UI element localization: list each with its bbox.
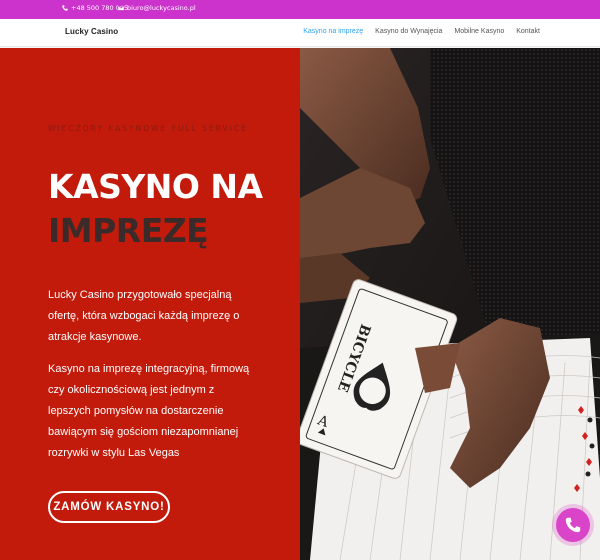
topbar-email[interactable]: biuro@luckycasino.pl — [118, 4, 196, 12]
hero-paragraph-1: Lucky Casino przygotowało specjalną ofer… — [48, 289, 240, 343]
phone-icon — [62, 5, 68, 11]
top-info-bar: +48 500 780 005 biuro@luckycasino.pl — [0, 0, 600, 19]
nav-menu: Kasyno na imprezę Kasyno do Wynajęcia Mo… — [303, 28, 540, 35]
nav-item-kasyno-do-wynajecia[interactable]: Kasyno do Wynajęcia — [375, 28, 442, 35]
hero-title-line1: KASYNO NA — [48, 167, 263, 206]
nav-item-kasyno-na-impreze[interactable]: Kasyno na imprezę — [303, 28, 363, 35]
hero-paragraph-2: Kasyno na imprezę integracyjną, firmową … — [48, 363, 250, 459]
order-casino-button[interactable]: ZAMÓW KASYNO! — [48, 491, 170, 523]
hero-photo-cards: BICYCLE A — [300, 48, 600, 560]
main-navigation: Lucky Casino Kasyno na imprezę Kasyno do… — [0, 19, 600, 47]
topbar-email-text: biuro@luckycasino.pl — [127, 4, 196, 12]
nav-item-mobilne-kasyno[interactable]: Mobilne Kasyno — [454, 28, 504, 35]
hero-eyebrow: WIECZORY KASYNOWE FULL SERVICE — [48, 124, 248, 133]
site-logo[interactable]: Lucky Casino — [65, 27, 118, 36]
phone-icon — [565, 517, 581, 533]
hero-title-line2: IMPREZĘ — [48, 211, 209, 250]
envelope-icon — [118, 5, 124, 11]
call-button[interactable] — [556, 508, 590, 542]
nav-item-kontakt[interactable]: Kontakt — [516, 28, 540, 35]
